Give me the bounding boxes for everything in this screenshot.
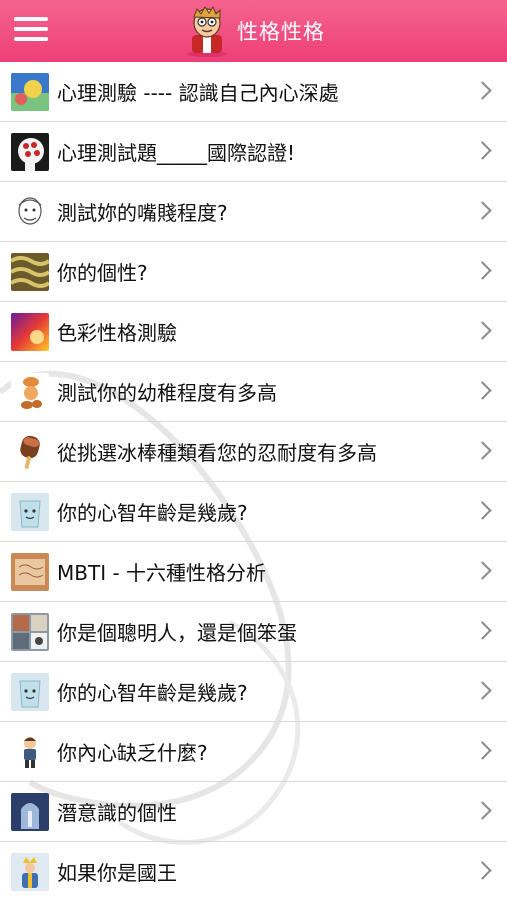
list-item[interactable]: 從挑選冰棒種類看您的忍耐度有多高: [0, 422, 507, 482]
list-item-label: 潛意識的個性: [57, 801, 177, 825]
list-item-label: 測試妳的嘴賤程度?: [57, 201, 228, 225]
app-header: 性格性格: [0, 0, 507, 62]
list-item-label: 心理測試題_____國際認證!: [57, 141, 296, 165]
list-item[interactable]: 測試妳的嘴賤程度?: [0, 182, 507, 242]
list-item-label: 你的個性?: [57, 261, 148, 285]
list-item-label: 測試你的幼稚程度有多高: [57, 381, 277, 405]
list-item-label: 如果你是國王: [57, 861, 177, 885]
list-item-label: MBTI - 十六種性格分析: [57, 561, 267, 585]
pattern-thumb-icon: [11, 252, 49, 291]
list-item-label: 你是個聰明人，還是個笨蛋: [57, 621, 297, 645]
king-thumb-icon: [11, 852, 49, 891]
list-item-label: 你內心缺乏什麼?: [57, 741, 208, 765]
head-diagram-thumb-icon: [11, 132, 49, 171]
quiz-list: 心理測驗 ---- 認識自己內心深處 心理測試題_____國際認證! 測試妳的嘴…: [0, 62, 507, 900]
list-item-label: 色彩性格測驗: [57, 321, 177, 345]
collage-thumb-icon: [11, 612, 49, 651]
hamburger-menu-icon[interactable]: [14, 17, 48, 43]
header-title-group: 性格性格: [183, 5, 325, 57]
arch-window-thumb-icon: [11, 792, 49, 831]
list-item-label: 你的心智年齡是幾歲?: [57, 681, 248, 705]
paper-thumb-icon: [11, 552, 49, 591]
list-item[interactable]: 測試你的幼稚程度有多高: [0, 362, 507, 422]
list-item-label: 心理測驗 ---- 認識自己內心深處: [57, 81, 339, 105]
list-item-label: 你的心智年齡是幾歲?: [57, 501, 248, 525]
list-item[interactable]: 你的心智年齡是幾歲?: [0, 662, 507, 722]
cup-face-thumb-icon: [11, 672, 49, 711]
color-burst-thumb-icon: [11, 312, 49, 351]
boy-figure-thumb-icon: [11, 732, 49, 771]
list-item[interactable]: 你的心智年齡是幾歲?: [0, 482, 507, 542]
list-item[interactable]: 如果你是國王: [0, 842, 507, 900]
list-item-label: 從挑選冰棒種類看您的忍耐度有多高: [57, 441, 377, 465]
list-item[interactable]: MBTI - 十六種性格分析: [0, 542, 507, 602]
list-item[interactable]: 你內心缺乏什麼?: [0, 722, 507, 782]
list-item[interactable]: 心理測試題_____國際認證!: [0, 122, 507, 182]
list-item[interactable]: 潛意識的個性: [0, 782, 507, 842]
sketch-face-thumb-icon: [11, 192, 49, 231]
list-item[interactable]: 心理測驗 ---- 認識自己內心深處: [0, 62, 507, 122]
page-title: 性格性格: [237, 20, 325, 44]
list-item[interactable]: 你的個性?: [0, 242, 507, 302]
abstract-blue-thumb-icon: [11, 72, 49, 111]
cartoon-figure-thumb-icon: [11, 372, 49, 411]
list-item[interactable]: 你是個聰明人，還是個笨蛋: [0, 602, 507, 662]
list-item[interactable]: 色彩性格測驗: [0, 302, 507, 362]
mascot-avatar-icon: [187, 5, 227, 57]
cup-face-thumb-icon: [11, 492, 49, 531]
popsicle-thumb-icon: [11, 432, 49, 471]
